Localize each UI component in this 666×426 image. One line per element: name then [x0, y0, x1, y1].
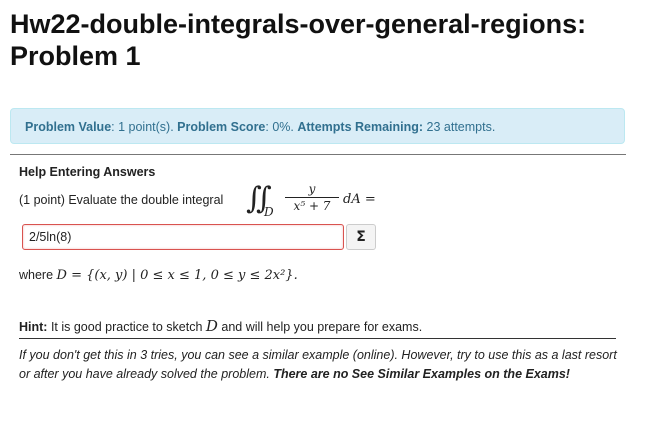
problem-score-label: Problem Score: [177, 120, 266, 134]
attempts-remaining-text: 23 attempts.: [423, 120, 496, 134]
hint-text: Hint: It is good practice to sketch D an…: [19, 317, 422, 335]
page-title: Hw22-double-integrals-over-general-regio…: [10, 8, 666, 72]
hint-divider: [19, 338, 616, 339]
double-integral-symbol: ∬: [246, 181, 271, 216]
integrand-fraction: y x⁵ + 7: [285, 182, 339, 213]
problem-score-text: : 0%.: [265, 120, 298, 134]
problem-value-label: Problem Value: [25, 120, 112, 134]
answer-input[interactable]: [22, 224, 344, 250]
region-prefix: where: [19, 268, 57, 282]
hint-region-var: D: [205, 317, 218, 335]
divider: [10, 154, 626, 155]
sigma-icon: Σ: [356, 229, 366, 245]
problem-number: Problem 1: [10, 41, 141, 71]
region-set: D = {(x, y) | 0 ≤ x ≤ 1, 0 ≤ y ≤ 2x²}.: [56, 268, 298, 283]
hint-text-after: and will help you prepare for exams.: [217, 320, 423, 334]
problem-intro: (1 point) Evaluate the double integral: [19, 193, 224, 207]
note-bold-warning: There are no See Similar Examples on the…: [273, 367, 570, 381]
similar-example-note: If you don't get this in 3 tries, you ca…: [19, 346, 619, 384]
differential-area: dA =: [343, 192, 376, 207]
hint-label: Hint:: [19, 320, 48, 334]
fraction-bar: [285, 197, 339, 198]
integral-region-subscript: D: [264, 205, 274, 219]
region-definition: where D = {(x, y) | 0 ≤ x ≤ 1, 0 ≤ y ≤ 2…: [19, 268, 298, 283]
help-entering-answers-link[interactable]: Help Entering Answers: [19, 165, 155, 179]
integrand-numerator: y: [308, 182, 316, 196]
homework-set-title: Hw22-double-integrals-over-general-regio…: [10, 9, 587, 39]
problem-value-text: : 1 point(s).: [111, 120, 178, 134]
equation-editor-button[interactable]: Σ: [346, 224, 376, 250]
problem-status-box: Problem Value: 1 point(s). Problem Score…: [10, 108, 625, 144]
hint-text-before: It is good practice to sketch: [47, 320, 206, 334]
integrand-denominator: x⁵ + 7: [293, 199, 331, 213]
attempts-remaining-label: Attempts Remaining:: [297, 120, 424, 134]
